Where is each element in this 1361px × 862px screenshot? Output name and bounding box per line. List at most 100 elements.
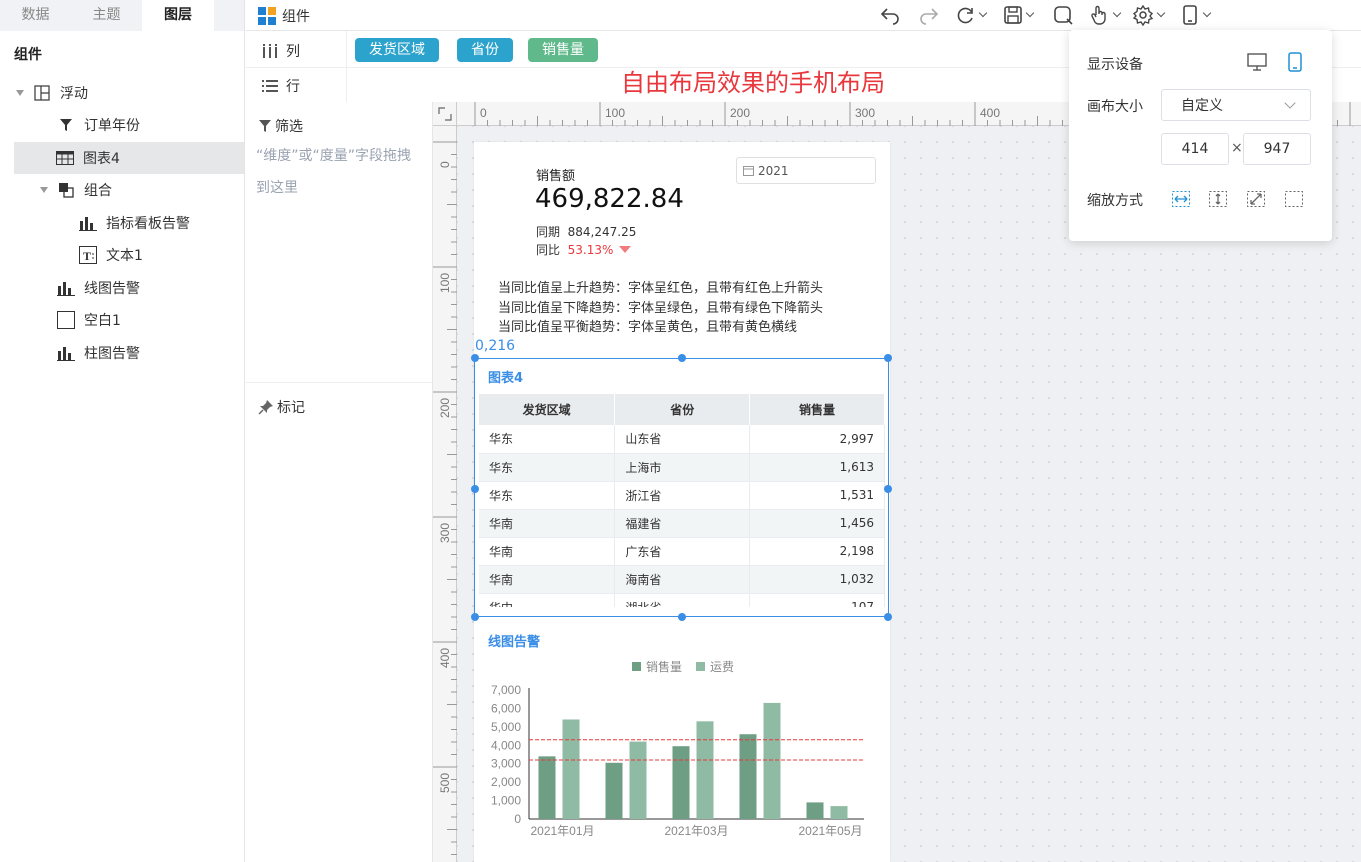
table-cell: 上海市 — [614, 453, 751, 482]
column-shelf-label: 列 — [262, 33, 300, 68]
bar[interactable] — [605, 762, 623, 819]
bar[interactable] — [830, 806, 848, 819]
legend-label[interactable]: 销售量 — [646, 659, 682, 674]
caret-down-icon[interactable] — [16, 90, 24, 96]
resize-handle[interactable] — [678, 354, 686, 362]
table-header-row: 发货区域 省份 销售量 — [479, 394, 885, 425]
undo-button[interactable] — [879, 3, 901, 27]
bar[interactable] — [696, 721, 714, 819]
table-cell: 福建省 — [614, 509, 751, 538]
table-cell: 海南省 — [614, 565, 751, 594]
legend-label[interactable]: 运费 — [710, 660, 734, 674]
table-header-cell[interactable]: 省份 — [614, 394, 751, 425]
toolbar-title: 组件 — [258, 0, 310, 31]
table-row[interactable]: 华南 海南省 1,032 — [479, 565, 885, 594]
resize-handle[interactable] — [471, 613, 479, 621]
table-cell: 1,613 — [749, 453, 885, 482]
tree-item-blank1[interactable]: 空白1 — [56, 304, 244, 336]
ruler-label: 200 — [438, 398, 452, 418]
device-button[interactable] — [1180, 3, 1212, 27]
resize-handle[interactable] — [884, 613, 892, 621]
canvas-height-input[interactable]: 947 — [1243, 133, 1311, 165]
table-cell: 山东省 — [614, 425, 751, 454]
preview-button[interactable] — [1052, 3, 1074, 27]
canvas-size-label: 画布大小 — [1087, 99, 1143, 115]
mark-section-title: 标记 — [258, 397, 305, 417]
table-row[interactable]: 华东 上海市 1,613 — [479, 453, 885, 482]
table-row[interactable]: 华南 广东省 2,198 — [479, 537, 885, 566]
ruler-label: 300 — [855, 106, 875, 120]
field-pill-region[interactable]: 发货区域 — [355, 38, 439, 62]
table-row[interactable]: 华东 山东省 2,997 — [479, 425, 885, 454]
caret-down-icon[interactable] — [40, 187, 48, 193]
tree-item-text1[interactable]: T 文本1 — [78, 239, 244, 271]
mobile-phone-icon — [1288, 52, 1302, 72]
save-button[interactable] — [1003, 3, 1035, 27]
bar[interactable] — [562, 719, 580, 819]
tree-item-group[interactable]: 组合 — [40, 174, 244, 206]
note-line: 当同比值呈下降趋势：字体呈绿色，且带有绿色下降箭头 — [498, 301, 824, 316]
bar[interactable] — [763, 702, 781, 819]
resize-handle[interactable] — [678, 613, 686, 621]
desktop-device-button[interactable] — [1247, 52, 1267, 72]
scale-fit-width-button[interactable] — [1171, 189, 1191, 209]
tree-item-bar-alert[interactable]: 柱图告警 — [56, 337, 244, 369]
table-row[interactable]: 华南 福建省 1,456 — [479, 509, 885, 538]
resize-handle[interactable] — [884, 485, 892, 493]
canvas-size-select[interactable]: 自定义 — [1161, 89, 1311, 121]
scale-fit-full-button[interactable] — [1246, 189, 1266, 209]
table-row[interactable]: 华东 浙江省 1,531 — [479, 481, 885, 510]
bar[interactable] — [739, 734, 757, 819]
scale-fit-height-button[interactable] — [1208, 189, 1228, 209]
drop-hint: “维度”或“度量”字段拖拽到这里 — [256, 148, 412, 196]
settings-button[interactable] — [1132, 3, 1166, 27]
ruler-label: 300 — [438, 523, 452, 543]
table-header-cell[interactable]: 发货区域 — [479, 394, 616, 425]
field-pill-sales[interactable]: 销售量 — [528, 38, 598, 62]
kpi-prev-value: 884,247.25 — [567, 225, 637, 239]
bar[interactable] — [672, 746, 690, 819]
bar[interactable] — [629, 741, 647, 819]
table-row[interactable]: 华中湖北省107 — [479, 593, 885, 607]
tab-theme[interactable]: 主题 — [71, 0, 142, 31]
mobile-device-button[interactable] — [1285, 52, 1305, 72]
tab-layer[interactable]: 图层 — [142, 0, 214, 31]
hand-pointer-icon — [1091, 5, 1106, 25]
tree-item-float[interactable]: 浮动 — [16, 77, 244, 109]
tree-item-order-year[interactable]: 订单年份 — [56, 109, 244, 141]
filter-section-title: 筛选 — [258, 116, 303, 136]
tab-data[interactable]: 数据 — [0, 0, 71, 31]
tree-item-label: 订单年份 — [84, 118, 140, 134]
canvas-width-input[interactable]: 414 — [1161, 133, 1229, 165]
scale-none-button[interactable] — [1284, 189, 1304, 209]
field-pill-province[interactable]: 省份 — [457, 38, 513, 62]
column-label: 列 — [286, 43, 300, 60]
kpi-value: 469,822.84 — [535, 184, 684, 214]
table-scroll-area[interactable]: 发货区域 省份 销售量 华东 山东省 2,997 华东 上海市 1,613 华东 浙江省 1,5… — [476, 392, 887, 607]
redo-button[interactable] — [918, 3, 940, 27]
tree-item-line-alert[interactable]: 线图告警 — [56, 272, 244, 304]
filter-title: 筛选 — [275, 119, 303, 135]
mark-title: 标记 — [277, 400, 305, 416]
interact-button[interactable] — [1088, 3, 1122, 27]
row-shelf-label: 行 — [262, 68, 300, 103]
resize-handle[interactable] — [471, 354, 479, 362]
table-cell: 华东 — [479, 453, 616, 482]
resize-handle[interactable] — [471, 485, 479, 493]
year-filter-box[interactable]: 2021 — [736, 157, 876, 184]
refresh-icon — [957, 7, 973, 24]
table-header-cell[interactable]: 销售量 — [749, 394, 885, 425]
tree-item-chart4[interactable]: 图表4 — [14, 142, 244, 174]
legend-swatch — [696, 662, 705, 671]
kpi-label: 销售额 — [536, 169, 576, 184]
bar[interactable] — [538, 756, 556, 819]
bar[interactable] — [806, 802, 824, 819]
refresh-button[interactable] — [954, 3, 988, 27]
table-cell: 广东省 — [614, 537, 751, 566]
table-cell: 华南 — [479, 565, 616, 594]
tree-item-kpi-alert[interactable]: 指标看板告警 — [78, 207, 244, 239]
ruler-corner — [433, 102, 457, 126]
table-cell: 华中 — [479, 593, 616, 607]
resize-handle[interactable] — [884, 354, 892, 362]
gear-icon — [1132, 4, 1154, 26]
